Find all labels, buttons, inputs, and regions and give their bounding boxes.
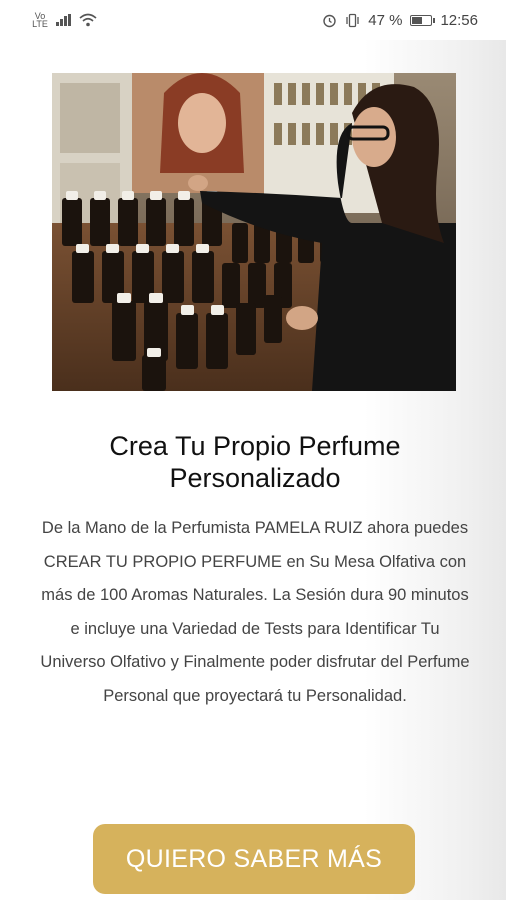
content-card: Crea Tu Propio Perfume Personalizado De … — [0, 40, 506, 900]
battery-icon — [410, 14, 436, 26]
status-right: 47 % 12:56 — [322, 12, 478, 29]
vibrate-icon — [346, 13, 359, 27]
content-section: Crea Tu Propio Perfume Personalizado De … — [40, 430, 470, 713]
status-left: Vo LTE — [32, 11, 97, 29]
quiero-saber-mas-button[interactable]: QUIERO SABER MÁS — [93, 824, 415, 894]
battery-level-fill — [412, 16, 422, 24]
wifi-icon — [79, 13, 97, 27]
description-text: De la Mano de la Perfumista PAMELA RUIZ … — [40, 519, 470, 705]
signal-icon — [56, 14, 71, 26]
battery-percent: 47 % — [368, 11, 403, 29]
perfumer-photo — [52, 73, 456, 391]
page-title: Crea Tu Propio Perfume Personalizado — [109, 431, 401, 493]
hero-illustration — [52, 73, 456, 391]
status-time: 12:56 — [440, 11, 478, 29]
network-type-label: Vo LTE — [32, 11, 48, 29]
status-bar: Vo LTE 47 % 12:56 — [0, 0, 506, 40]
alarm-icon — [323, 14, 336, 27]
